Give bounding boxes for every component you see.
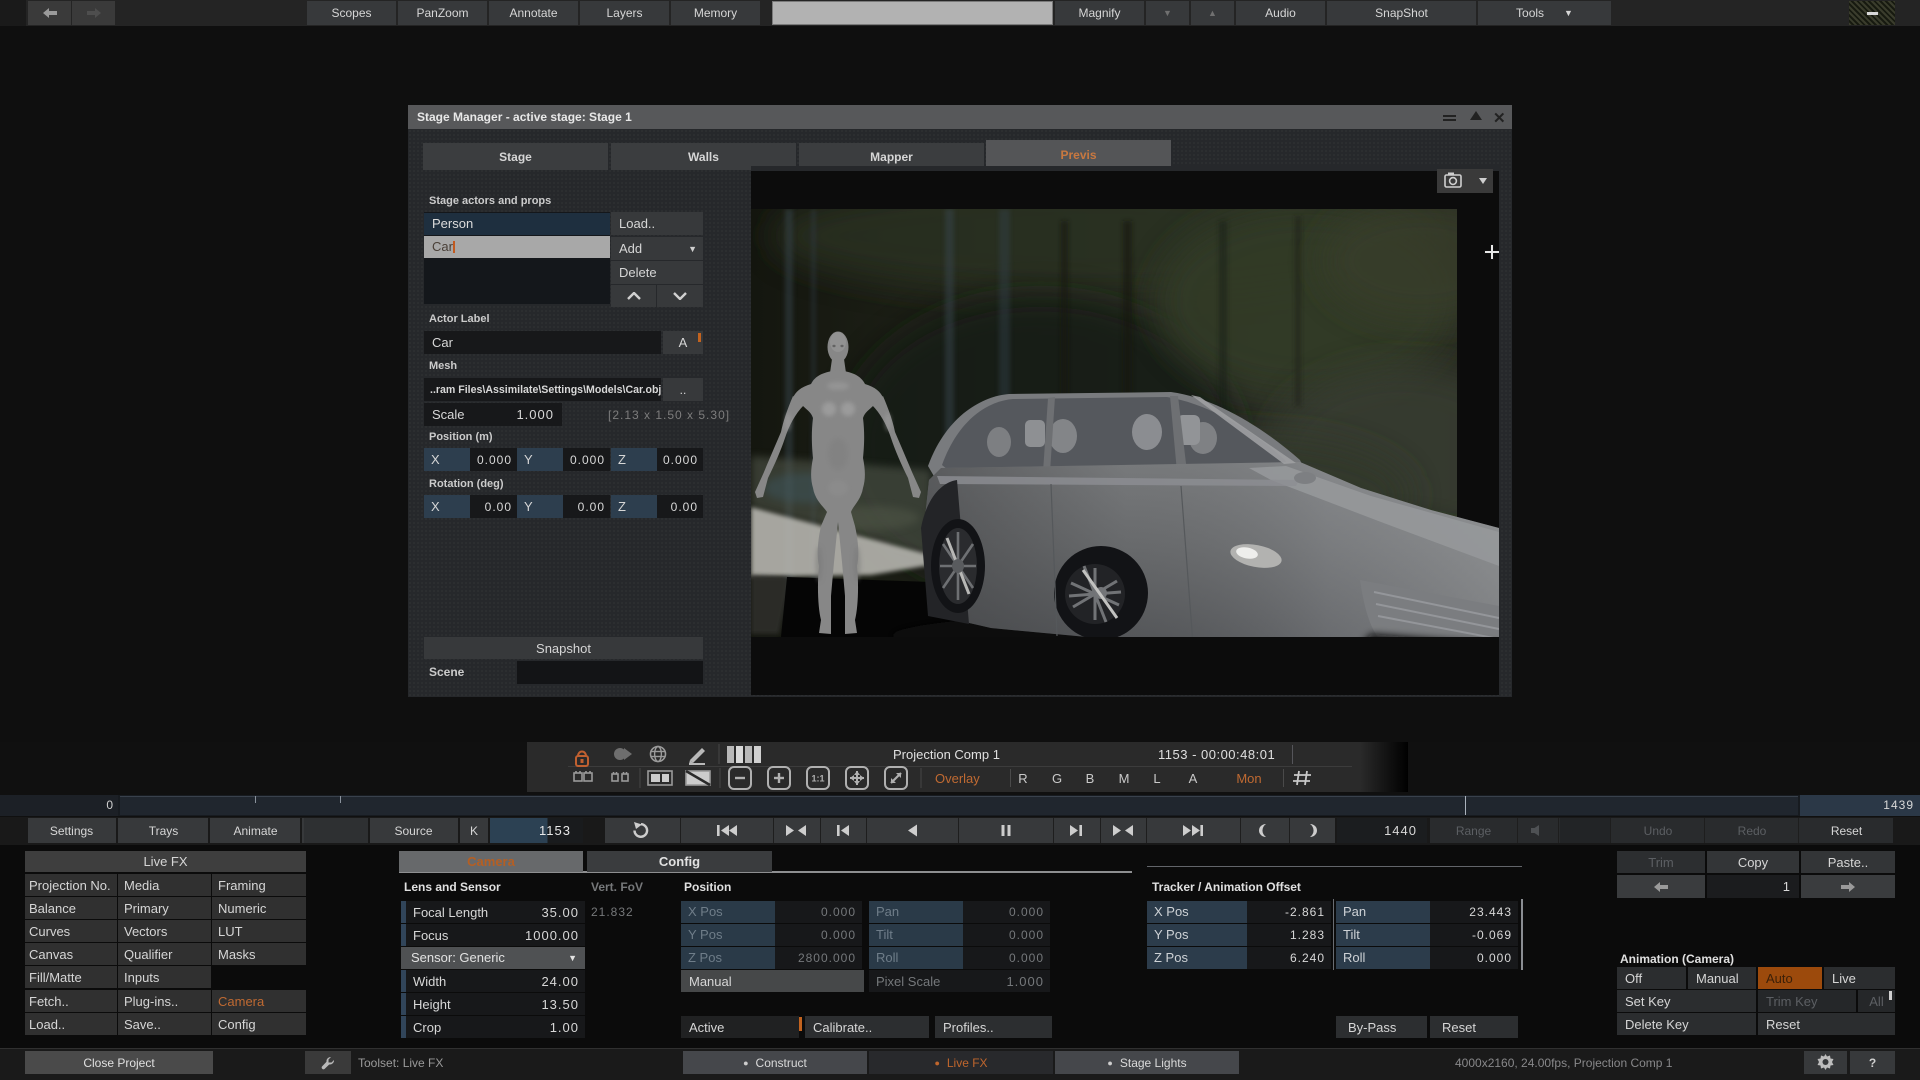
svg-text:1:1: 1:1	[811, 774, 824, 784]
